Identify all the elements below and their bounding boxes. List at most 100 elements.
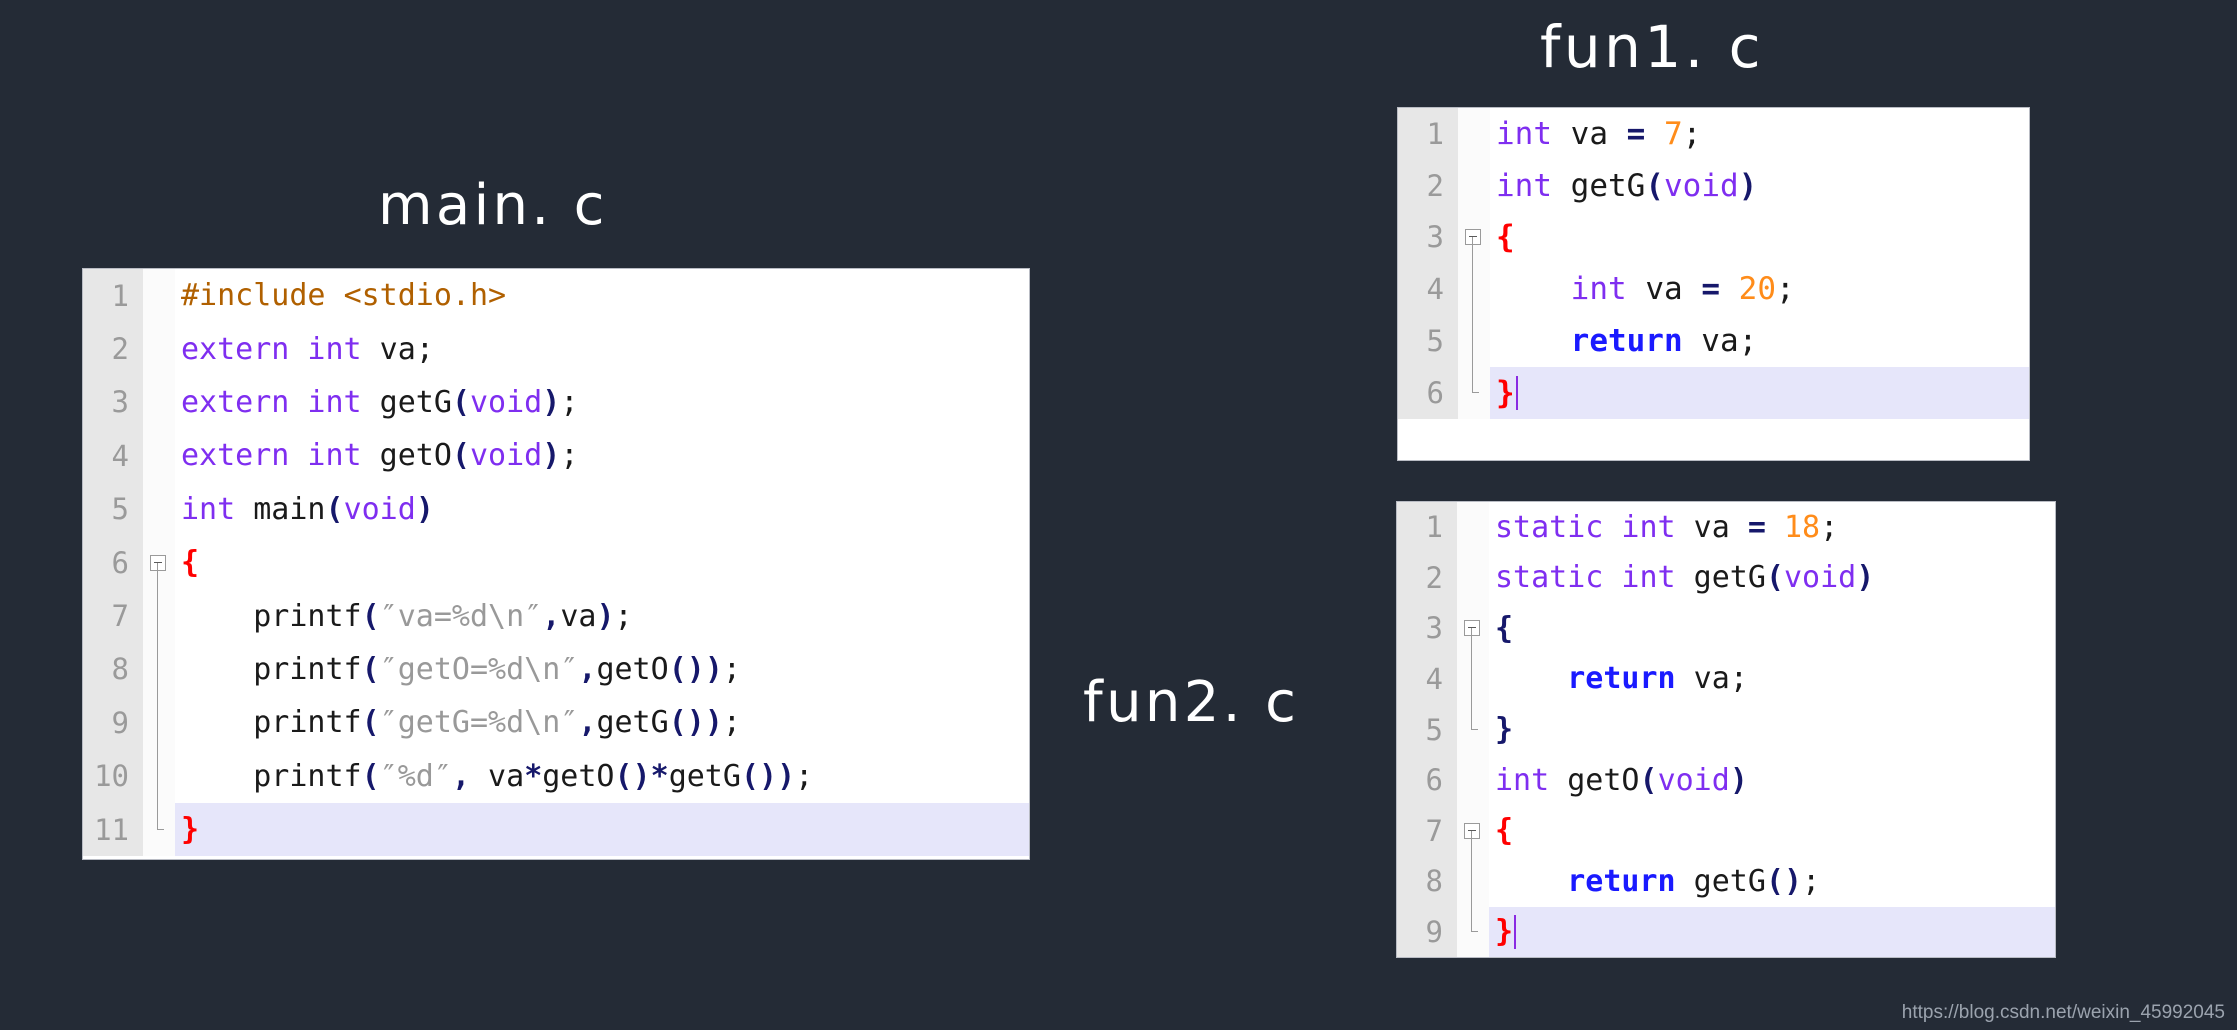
fold-gutter[interactable] bbox=[1457, 653, 1489, 705]
fold-gutter[interactable] bbox=[1457, 906, 1489, 957]
code-line[interactable]: 7 printf(″va=%d\n″, va); bbox=[83, 589, 1029, 643]
code-token: void bbox=[470, 438, 543, 474]
code-text[interactable]: { bbox=[1489, 603, 2055, 654]
fold-gutter[interactable] bbox=[143, 269, 175, 323]
code-text[interactable]: } bbox=[1489, 704, 2055, 755]
code-line[interactable]: 1 int va = 7; bbox=[1398, 108, 2029, 160]
fold-collapse-icon[interactable] bbox=[1464, 620, 1480, 637]
code-text[interactable]: printf(″getG=%d\n″, getG()); bbox=[175, 696, 1029, 749]
fold-gutter[interactable] bbox=[1457, 754, 1489, 806]
fold-gutter[interactable] bbox=[143, 375, 175, 430]
code-text[interactable]: #include <stdio.h> bbox=[175, 269, 1029, 322]
code-line[interactable]: 9 printf(″getG=%d\n″, getG()); bbox=[83, 696, 1029, 750]
code-line[interactable]: 3{ bbox=[1397, 603, 2055, 654]
code-text[interactable]: static int va = 18; bbox=[1489, 502, 2055, 553]
code-text[interactable]: extern int getG(void); bbox=[175, 376, 1029, 429]
code-line[interactable]: 2 extern int va; bbox=[83, 322, 1029, 376]
code-editor-main[interactable]: 1 #include <stdio.h> 2 extern int va; 3 exter… bbox=[82, 268, 1030, 860]
code-line[interactable]: 7{ bbox=[1397, 805, 2055, 856]
code-text[interactable]: static int getG(void) bbox=[1489, 553, 2055, 604]
fold-collapse-icon[interactable] bbox=[1464, 822, 1480, 839]
code-token: ; bbox=[722, 651, 741, 687]
code-token: { bbox=[1496, 219, 1515, 256]
code-editor-fun1[interactable]: 1 int va = 7; 2 int getG(void) 3{4 int va = … bbox=[1397, 107, 2030, 461]
fold-gutter[interactable] bbox=[1458, 263, 1490, 316]
code-text[interactable]: printf(″va=%d\n″, va); bbox=[175, 589, 1029, 642]
fold-gutter[interactable] bbox=[1457, 552, 1489, 604]
code-text[interactable]: printf(″%d″, va * getO() * getG()); bbox=[175, 750, 1029, 803]
code-text[interactable]: int getG(void) bbox=[1490, 160, 2029, 212]
fold-gutter[interactable] bbox=[1457, 704, 1489, 755]
code-line[interactable]: 4 int va = 20; bbox=[1398, 263, 2029, 316]
code-token: } bbox=[1495, 914, 1514, 950]
code-text[interactable]: extern int va; bbox=[175, 322, 1029, 375]
code-line[interactable]: 1 static int va = 18; bbox=[1397, 502, 2055, 553]
code-token: printf bbox=[181, 598, 362, 634]
code-line[interactable]: 11} bbox=[83, 802, 1029, 857]
line-number: 8 bbox=[83, 642, 143, 697]
fold-gutter[interactable] bbox=[143, 429, 175, 483]
fold-gutter[interactable] bbox=[143, 589, 175, 643]
code-text[interactable]: int main(void) bbox=[175, 483, 1029, 536]
code-text[interactable]: { bbox=[175, 536, 1029, 589]
code-line[interactable]: 6 int getO(void) bbox=[1397, 754, 2055, 806]
code-text[interactable]: int va = 20; bbox=[1490, 263, 2029, 315]
code-token: ; bbox=[722, 705, 741, 741]
fold-gutter[interactable] bbox=[143, 482, 175, 536]
fold-gutter[interactable] bbox=[143, 802, 175, 857]
code-editor-fun2[interactable]: 1 static int va = 18; 2 static int getG(voi… bbox=[1396, 501, 2056, 958]
fold-gutter[interactable] bbox=[1457, 502, 1489, 553]
code-line[interactable]: 1 #include <stdio.h> bbox=[83, 269, 1029, 323]
fold-collapse-icon[interactable] bbox=[150, 554, 166, 571]
code-token: int bbox=[1496, 167, 1552, 204]
fold-gutter[interactable] bbox=[143, 535, 175, 590]
fold-gutter[interactable] bbox=[143, 696, 175, 750]
code-text[interactable]: return va; bbox=[1489, 654, 2055, 705]
code-text[interactable]: { bbox=[1489, 805, 2055, 856]
code-line[interactable]: 4 extern int getO(void); bbox=[83, 429, 1029, 483]
code-token: = bbox=[1747, 509, 1766, 545]
fold-gutter[interactable] bbox=[1457, 805, 1489, 856]
code-token: ; bbox=[1729, 661, 1748, 697]
code-text[interactable]: return va; bbox=[1490, 315, 2029, 367]
fold-gutter[interactable] bbox=[1458, 366, 1490, 419]
code-line[interactable]: 3{ bbox=[1398, 211, 2029, 264]
fold-gutter[interactable] bbox=[1457, 855, 1489, 907]
code-token: = bbox=[1626, 115, 1646, 152]
code-line[interactable]: 8 printf(″getO=%d\n″, getO()); bbox=[83, 642, 1029, 697]
text-caret bbox=[1515, 375, 1518, 410]
code-token: ( bbox=[361, 651, 380, 687]
code-text[interactable]: { bbox=[1490, 212, 2029, 264]
code-text[interactable]: } bbox=[175, 803, 1029, 856]
fold-gutter[interactable] bbox=[143, 322, 175, 376]
code-line[interactable]: 8 return getG(); bbox=[1397, 855, 2055, 907]
code-line[interactable]: 5} bbox=[1397, 704, 2055, 755]
fold-gutter[interactable] bbox=[1457, 603, 1489, 654]
fold-gutter[interactable] bbox=[143, 642, 175, 697]
code-line[interactable]: 5 int main(void) bbox=[83, 482, 1029, 536]
code-line[interactable]: 9} bbox=[1397, 906, 2055, 958]
code-token: getG bbox=[668, 758, 741, 794]
fold-collapse-icon[interactable] bbox=[1465, 229, 1481, 246]
code-line[interactable]: 6} bbox=[1398, 366, 2029, 419]
fold-gutter[interactable] bbox=[1458, 211, 1490, 264]
code-text[interactable]: int getO(void) bbox=[1489, 755, 2055, 806]
code-text[interactable]: int va = 7; bbox=[1490, 108, 2029, 160]
code-text[interactable]: } bbox=[1489, 907, 2055, 958]
fold-gutter[interactable] bbox=[1458, 159, 1490, 212]
code-line[interactable]: 2 static int getG(void) bbox=[1397, 552, 2055, 604]
code-line[interactable]: 3 extern int getG(void); bbox=[83, 375, 1029, 430]
code-line[interactable]: 4 return va; bbox=[1397, 653, 2055, 705]
code-text[interactable]: extern int getO(void); bbox=[175, 429, 1029, 482]
code-text[interactable]: return getG(); bbox=[1489, 856, 2055, 907]
code-line[interactable]: 10 printf(″%d″, va * getO() * getG()); bbox=[83, 749, 1029, 803]
code-text[interactable]: printf(″getO=%d\n″, getO()); bbox=[175, 643, 1029, 696]
fold-gutter[interactable] bbox=[1458, 315, 1490, 367]
code-token: , bbox=[578, 651, 597, 687]
code-line[interactable]: 6{ bbox=[83, 535, 1029, 590]
fold-gutter[interactable] bbox=[1458, 108, 1490, 160]
fold-gutter[interactable] bbox=[143, 749, 175, 803]
code-text[interactable]: } bbox=[1490, 367, 2029, 419]
code-line[interactable]: 2 int getG(void) bbox=[1398, 159, 2029, 212]
code-line[interactable]: 5 return va; bbox=[1398, 315, 2029, 367]
